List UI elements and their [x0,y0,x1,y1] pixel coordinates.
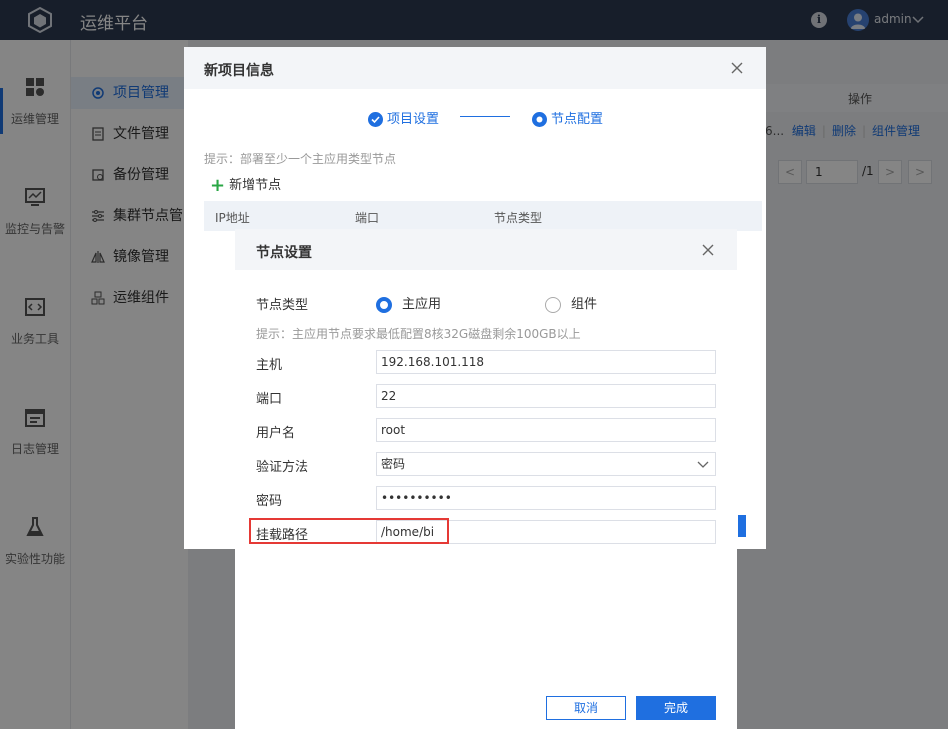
radio-label: 主应用 [402,297,442,312]
add-node-label: 新增节点 [229,178,282,193]
current-step-icon [532,112,547,127]
cancel-button[interactable]: 取消 [546,696,626,720]
step-label: 节点配置 [551,112,604,127]
node-table-header: IP地址 端口 节点类型 [204,201,762,231]
host-label: 主机 [256,358,283,373]
password-input[interactable]: •••••••••• [376,486,716,510]
highlight-box [249,518,449,544]
column-node-type: 节点类型 [494,211,543,225]
step-node-config: 节点配置 [532,108,603,127]
port-input[interactable]: 22 [376,384,716,408]
dialog-header: 新项目信息 [184,47,766,89]
node-type-label: 节点类型 [256,298,309,313]
password-value: •••••••••• [381,491,452,505]
node-requirement-hint: 提示：主应用节点要求最低配置8核32G磁盘剩余100GB以上 [256,327,581,341]
dialog-primary-button[interactable] [738,515,746,537]
dialog-header: 节点设置 [235,229,737,270]
add-node-button[interactable]: + 新增节点 [210,174,281,196]
auth-method-label: 验证方法 [256,460,309,475]
host-input[interactable]: 192.168.101.118 [376,350,716,374]
password-label: 密码 [256,494,283,509]
radio-component[interactable]: 组件 [545,293,597,313]
column-port: 端口 [355,211,380,225]
chevron-down-icon [697,461,709,468]
auth-method-value: 密码 [381,457,406,471]
radio-checked-icon [376,296,392,313]
close-icon[interactable] [729,60,745,76]
username-input[interactable]: root [376,418,716,442]
port-label: 端口 [256,392,283,407]
username-label: 用户名 [256,426,296,441]
radio-unchecked-icon [545,296,561,313]
step-label: 项目设置 [387,112,440,127]
username-value: root [381,423,406,437]
step-connector [460,116,510,117]
auth-method-select[interactable]: 密码 [376,452,716,476]
deploy-hint: 提示：部署至少一个主应用类型节点 [204,152,397,166]
radio-label: 组件 [571,297,598,312]
column-ip: IP地址 [215,211,250,225]
finish-button[interactable]: 完成 [636,696,716,720]
step-project-settings: 项目设置 [368,108,439,127]
radio-main-app[interactable]: 主应用 [376,293,441,313]
dialog-title: 节点设置 [256,245,312,261]
check-circle-icon [368,112,383,127]
node-settings-dialog: 节点设置 节点类型 主应用 组件 提示：主应用节点要求最低配置8核32G磁盘剩余… [235,229,737,729]
dialog-title: 新项目信息 [204,63,274,79]
port-value: 22 [381,389,397,403]
plus-icon: + [210,175,226,196]
host-value: 192.168.101.118 [381,355,485,369]
close-icon[interactable] [701,243,715,257]
